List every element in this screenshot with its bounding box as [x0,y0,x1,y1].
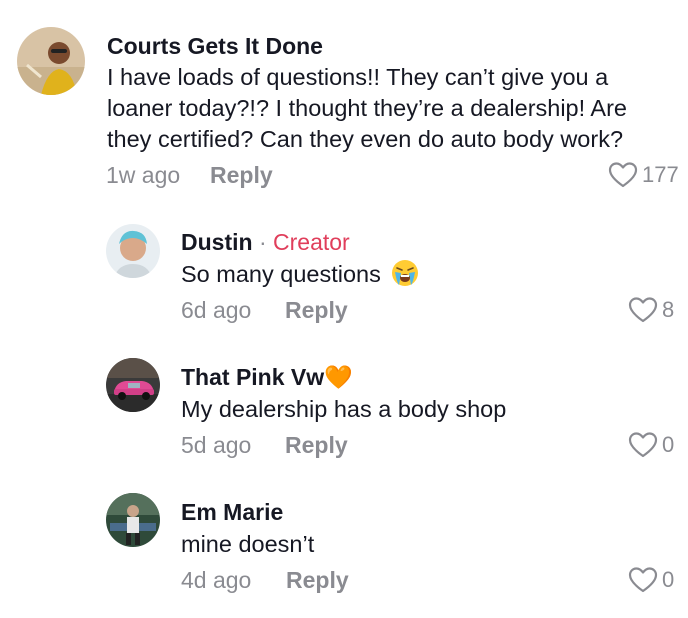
avatar-image [106,224,160,278]
reply-button[interactable]: Reply [210,161,273,189]
heart-outline-icon [628,432,658,458]
comment-age: 4d ago [181,567,252,593]
username[interactable]: Courts Gets It Done [107,32,323,60]
username[interactable]: That Pink Vw🧡 [181,363,353,391]
reply-button[interactable]: Reply [285,431,348,459]
avatar-image [106,493,160,547]
like-button[interactable]: 0 [628,431,674,459]
like-button[interactable]: 8 [628,296,674,324]
like-count: 0 [662,567,675,592]
reply-button[interactable]: Reply [286,566,349,594]
comment-text: mine doesn’t [181,531,315,557]
heart-outline-icon [628,567,658,593]
like-button[interactable]: 177 [608,161,679,189]
avatar[interactable] [17,27,85,95]
comment-age: 5d ago [181,432,252,458]
comment-text: So many questions [181,259,651,290]
username-text: Dustin [181,229,253,255]
comment-text: My dealership has a body shop [181,396,507,422]
username[interactable]: Dustin · Creator [181,228,350,256]
avatar-image [106,358,160,412]
username[interactable]: Em Marie [181,498,283,526]
avatar[interactable] [106,224,160,278]
separator-dot: · [258,229,267,255]
heart-outline-icon [628,297,658,323]
creator-badge: Creator [273,229,350,255]
comment-text-body: So many questions [181,261,381,287]
like-button[interactable]: 0 [628,566,674,594]
like-count: 8 [662,297,675,322]
loudly-crying-face-icon [392,260,419,286]
avatar[interactable] [106,358,160,412]
comment-text: I have loads of questions!! They can’t g… [107,64,627,152]
heart-outline-icon [608,162,638,188]
avatar[interactable] [106,493,160,547]
comment-age: 6d ago [181,297,252,323]
like-count: 0 [662,432,675,457]
like-count: 177 [642,162,679,187]
comment-age: 1w ago [106,162,181,188]
reply-button[interactable]: Reply [285,296,348,324]
avatar-image [17,27,85,95]
